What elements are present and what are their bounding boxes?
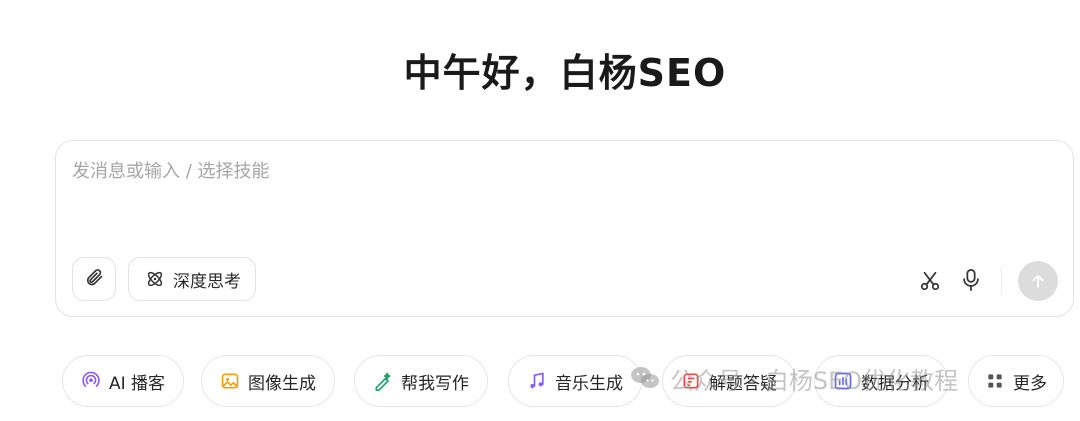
chip-label: 数据分析: [861, 373, 929, 394]
attach-button[interactable]: [72, 257, 116, 301]
chip-image-generation[interactable]: 图像生成: [201, 355, 335, 407]
chip-music-generation[interactable]: 音乐生成: [508, 355, 642, 407]
chip-ai-podcast[interactable]: AI 播客: [62, 355, 185, 407]
atom-icon: [145, 269, 165, 289]
microphone-icon: [960, 268, 982, 292]
chip-label: 图像生成: [248, 373, 316, 394]
scissors-icon: [919, 270, 941, 292]
deep-think-label: 深度思考: [173, 271, 241, 292]
chip-data-analysis[interactable]: 数据分析: [814, 355, 948, 407]
message-composer: 深度思考: [55, 140, 1074, 317]
chip-label: 音乐生成: [555, 373, 623, 394]
write-icon: [373, 371, 393, 391]
image-icon: [220, 371, 240, 391]
greeting-title: 中午好，白杨SEO: [403, 51, 727, 95]
music-icon: [527, 371, 547, 391]
chart-icon: [833, 371, 853, 391]
chip-writing-help[interactable]: 帮我写作: [354, 355, 488, 407]
message-input[interactable]: [72, 161, 872, 182]
podcast-icon: [81, 371, 101, 391]
chip-more[interactable]: 更多: [968, 355, 1064, 407]
chip-problem-solving[interactable]: 解题答疑: [662, 355, 796, 407]
screenshot-button[interactable]: [916, 267, 944, 295]
paperclip-icon: [84, 267, 104, 291]
chip-label: 帮我写作: [401, 373, 469, 394]
deep-think-button[interactable]: 深度思考: [128, 257, 256, 301]
chip-label: 更多: [1013, 373, 1047, 394]
chip-label: AI 播客: [109, 373, 166, 394]
chat-home: 中午好，白杨SEO 深度思考: [0, 0, 1080, 421]
arrow-up-icon: [1029, 272, 1047, 290]
voice-input-button[interactable]: [956, 265, 986, 295]
chip-label: 解题答疑: [709, 373, 777, 394]
toolbar-divider: [1001, 267, 1002, 295]
more-icon: [985, 371, 1005, 391]
send-button[interactable]: [1018, 261, 1058, 301]
solve-icon: [681, 371, 701, 391]
